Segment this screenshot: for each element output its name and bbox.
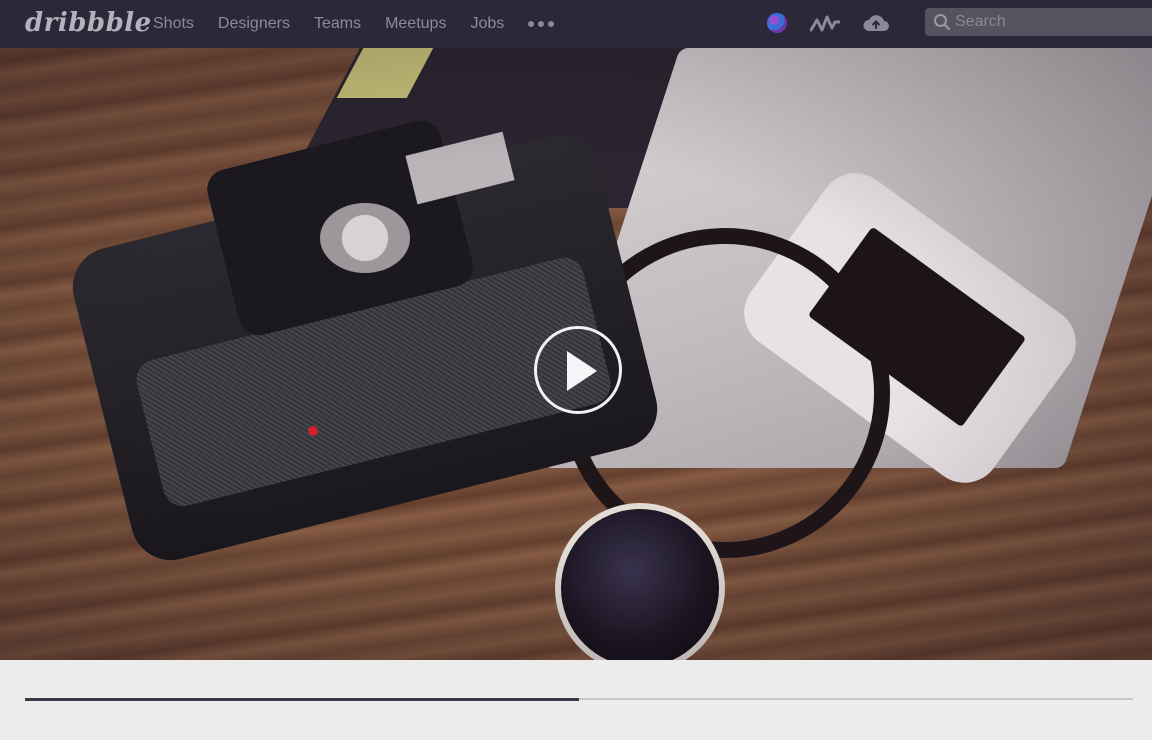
video-player[interactable] <box>0 48 1152 660</box>
play-button[interactable] <box>534 326 622 414</box>
play-icon <box>567 351 597 391</box>
dribbble-logo[interactable]: dribbble <box>25 8 152 38</box>
search-input[interactable] <box>955 8 1152 36</box>
main-nav: Shots Designers Teams Meetups Jobs <box>153 0 555 48</box>
search-box <box>925 8 1152 36</box>
globe-icon[interactable] <box>767 13 787 33</box>
video-progress-fill <box>25 697 579 701</box>
activity-icon[interactable] <box>810 12 840 36</box>
top-navigation-bar: dribbble Shots Designers Teams Meetups J… <box>0 0 1152 48</box>
nav-item-designers[interactable]: Designers <box>218 15 290 33</box>
nav-item-teams[interactable]: Teams <box>314 15 361 33</box>
search-icon <box>934 14 951 31</box>
nav-item-meetups[interactable]: Meetups <box>385 15 446 33</box>
more-dots-icon[interactable] <box>528 21 555 27</box>
upload-cloud-icon[interactable] <box>862 11 890 35</box>
nav-item-jobs[interactable]: Jobs <box>470 15 504 33</box>
nav-item-shots[interactable]: Shots <box>153 15 194 33</box>
video-progress-bar[interactable] <box>25 697 1133 701</box>
